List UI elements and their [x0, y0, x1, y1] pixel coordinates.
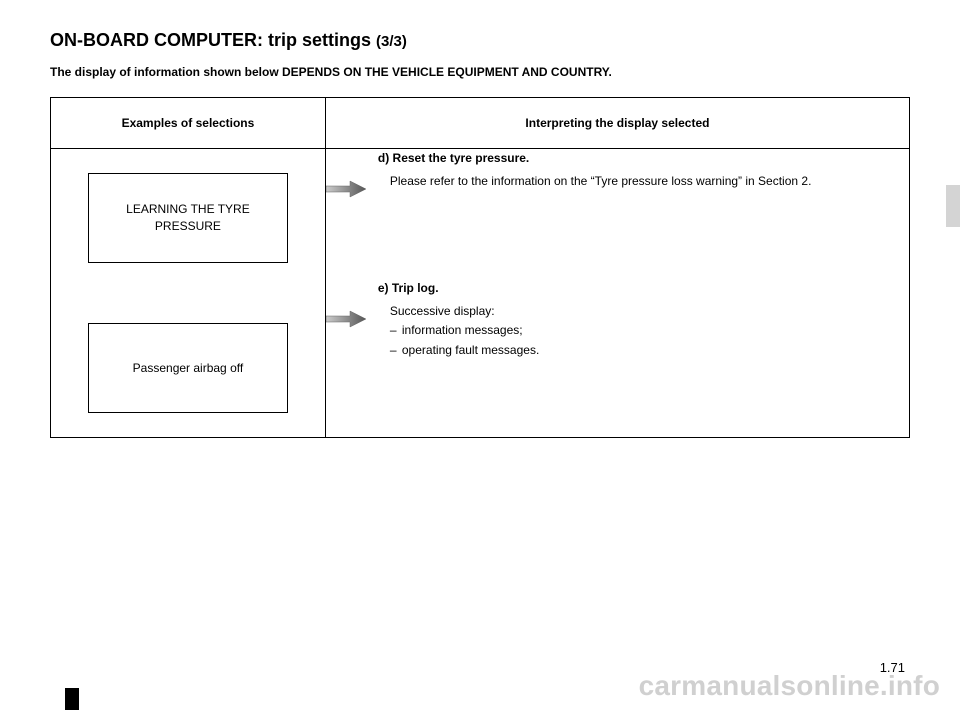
display-box-tyre: LEARNING THE TYRE PRESSURE — [88, 173, 288, 263]
interpret-text-d: d) Reset the tyre pressure. Please refer… — [378, 149, 909, 191]
bottom-marker — [65, 688, 79, 710]
subtitle: The display of information shown below D… — [50, 65, 910, 79]
interpret-line-e-2: operating fault messages. — [378, 341, 909, 360]
page-title: ON-BOARD COMPUTER: trip settings (3/3) — [50, 30, 910, 51]
title-sub: (3/3) — [376, 33, 407, 50]
settings-table: Examples of selections Interpreting the … — [50, 97, 910, 438]
interpret-line-e-0: Successive display: — [378, 302, 909, 321]
header-right: Interpreting the display selected — [325, 98, 909, 149]
interpret-text-e: e) Trip log. Successive display: informa… — [378, 279, 909, 360]
display-box-airbag: Passenger airbag off — [88, 323, 288, 413]
interpret-line-e-1: information messages; — [378, 321, 909, 340]
watermark: carmanualsonline.info — [639, 670, 940, 702]
interpret-line-d-0: Please refer to the information on the “… — [378, 172, 909, 191]
arrow-icon — [326, 279, 366, 329]
interpret-cell: d) Reset the tyre pressure. Please refer… — [325, 149, 909, 438]
interpret-row-e: e) Trip log. Successive display: informa… — [326, 279, 909, 389]
interpret-title-e: e) Trip log. — [378, 279, 909, 298]
header-left: Examples of selections — [51, 98, 326, 149]
side-tab-marker — [946, 185, 960, 227]
title-main: ON-BOARD COMPUTER: trip settings — [50, 30, 376, 50]
interpret-title-d: d) Reset the tyre pressure. — [378, 149, 909, 168]
arrow-icon — [326, 149, 366, 199]
interpret-row-d: d) Reset the tyre pressure. Please refer… — [326, 149, 909, 259]
examples-cell: LEARNING THE TYRE PRESSURE Passenger air… — [51, 149, 326, 438]
